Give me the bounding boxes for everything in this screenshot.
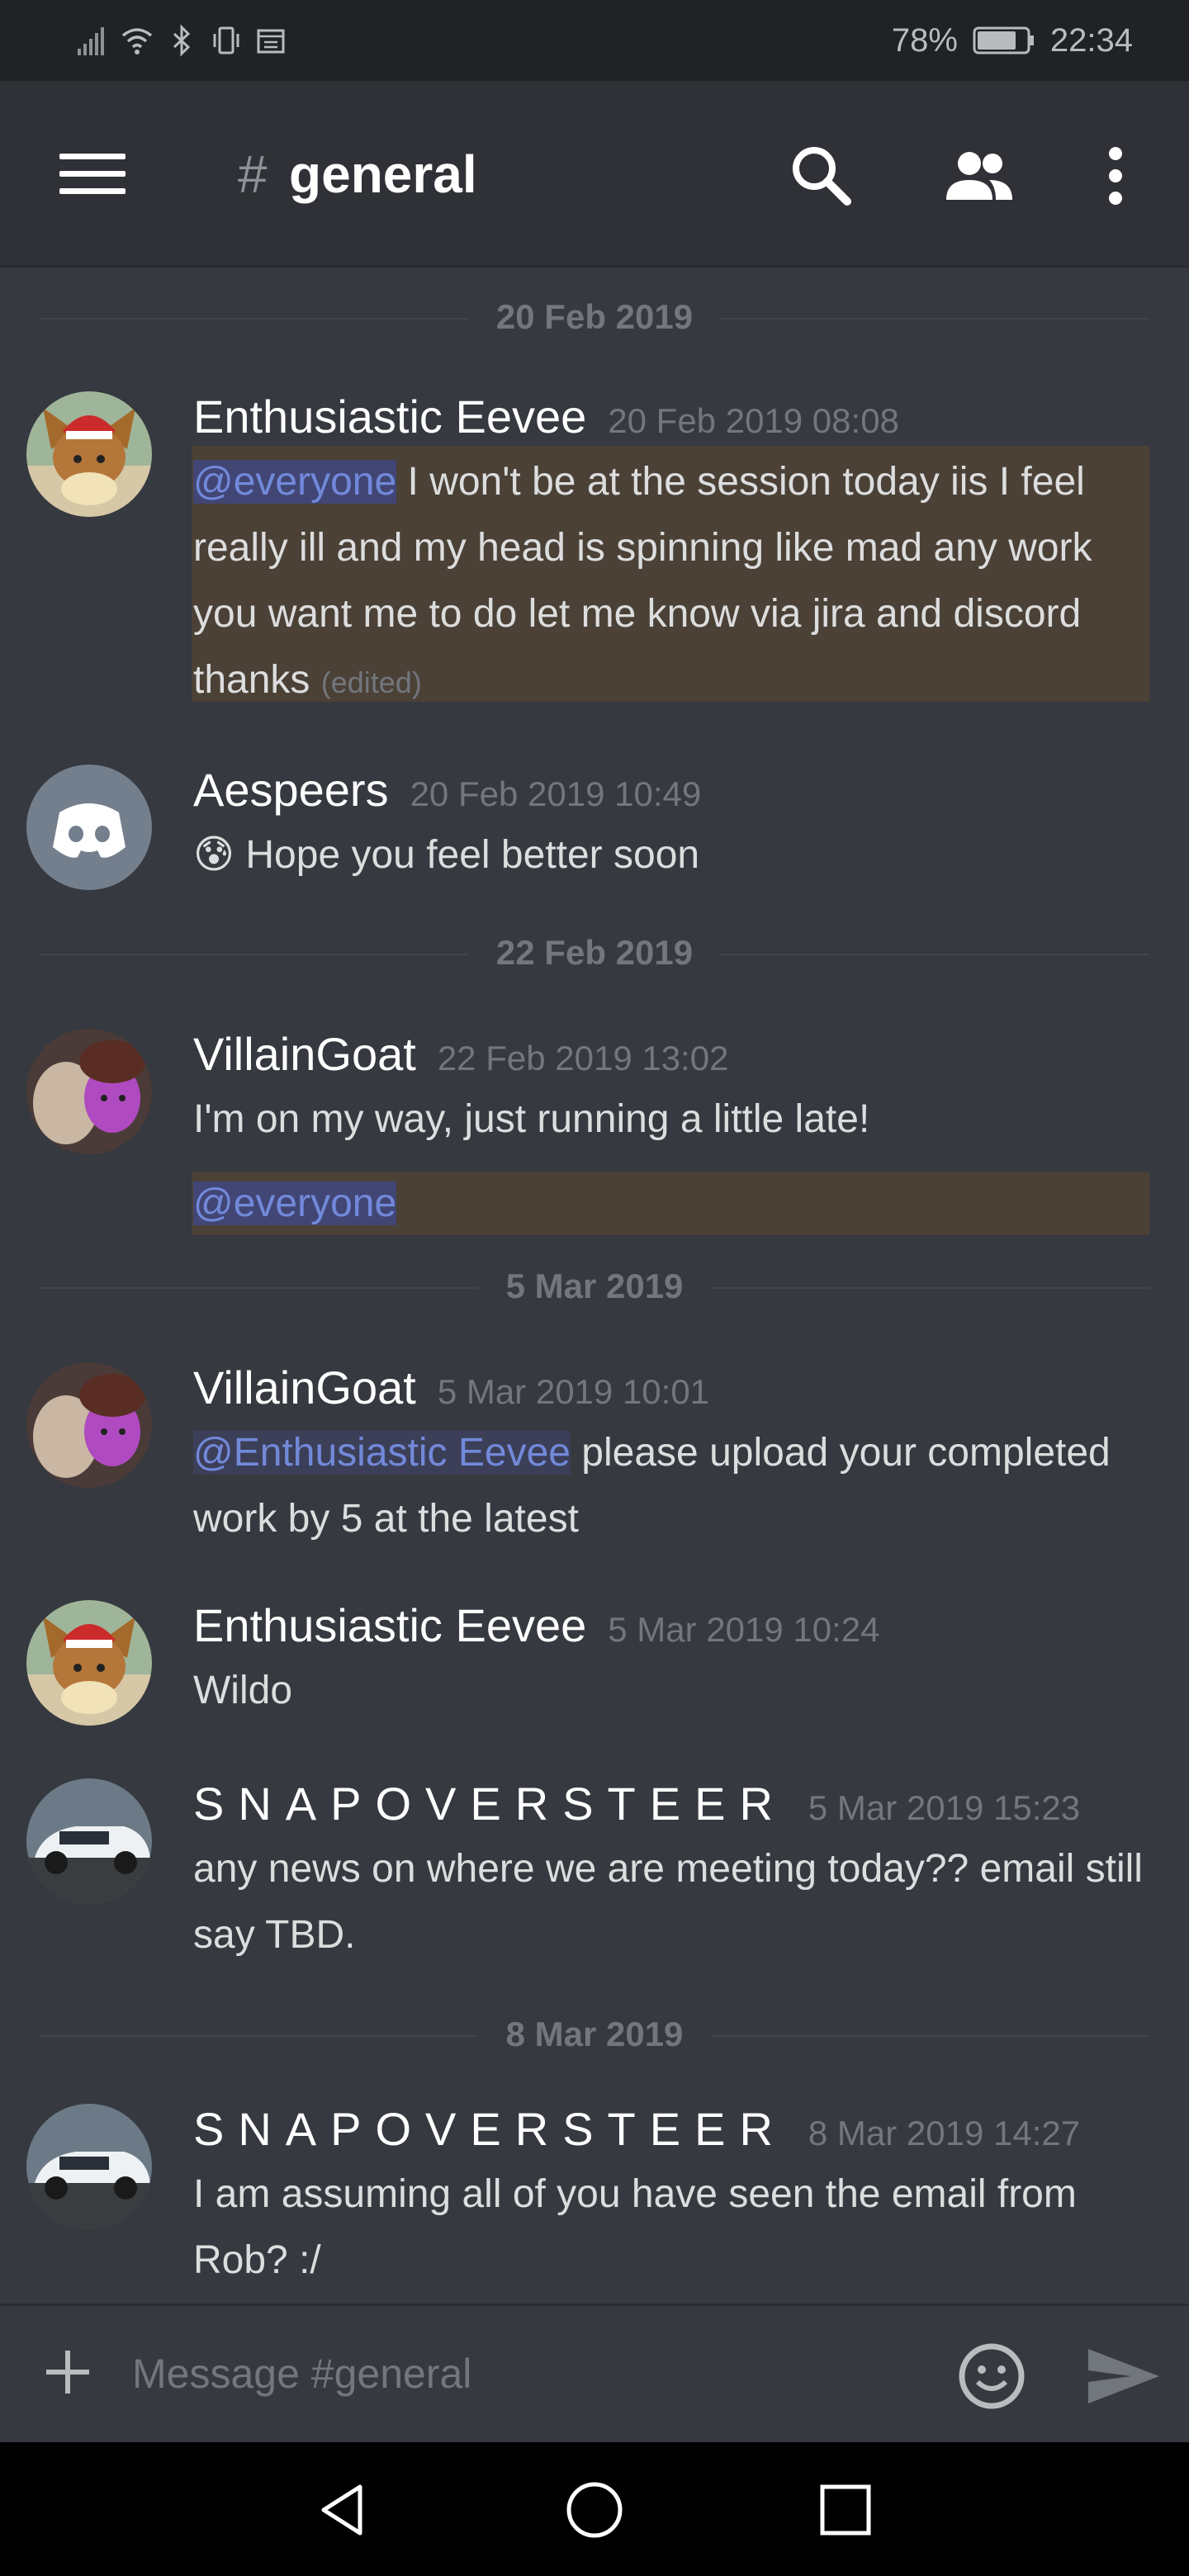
wifi-icon	[121, 28, 153, 54]
recents-icon[interactable]	[816, 2480, 875, 2540]
message-timestamp: 5 Mar 2019 10:01	[437, 1372, 710, 1411]
battery-percent: 78%	[891, 21, 958, 59]
clock: 22:34	[1049, 21, 1133, 59]
signal-icon	[78, 27, 104, 55]
calendar-icon	[257, 29, 285, 54]
message-text: Hope you feel better soon	[234, 833, 700, 877]
author-name[interactable]: Enthusiastic Eevee	[193, 391, 586, 443]
message-input[interactable]: Message #general	[132, 2344, 925, 2403]
plus-icon[interactable]	[41, 2346, 94, 2398]
date-separator-label: 5 Mar 2019	[477, 1267, 712, 1306]
status-icons	[76, 24, 287, 57]
message-content: @Enthusiastic Eevee please upload your c…	[193, 1420, 1148, 1552]
send-icon[interactable]	[1087, 2346, 1161, 2407]
author-name[interactable]: SNAPOVERSTEER	[193, 2103, 787, 2155]
date-separator-label: 20 Feb 2019	[467, 297, 722, 337]
date-separator: 22 Feb 2019	[40, 933, 1149, 974]
date-separator-label: 22 Feb 2019	[467, 933, 722, 973]
message-list[interactable]: 20 Feb 2019 Enthusiastic Eevee 20 Feb 201…	[0, 268, 1189, 2304]
date-separator: 5 Mar 2019	[40, 1267, 1149, 1308]
avatar[interactable]	[26, 1778, 152, 1904]
emoji-icon[interactable]	[956, 2341, 1027, 2412]
message-author[interactable]: SNAPOVERSTEER 8 Mar 2019 14:27	[193, 2102, 1080, 2156]
message-timestamp: 22 Feb 2019 13:02	[437, 1039, 729, 1077]
message-content-continued: @everyone	[193, 1171, 1148, 1237]
message-author[interactable]: Aespeers 20 Feb 2019 10:49	[193, 763, 701, 817]
mention-user[interactable]: @Enthusiastic Eevee	[193, 1431, 571, 1475]
message-content: Wildo	[193, 1658, 1148, 1724]
home-icon[interactable]	[565, 2480, 624, 2540]
message-author[interactable]: SNAPOVERSTEER 5 Mar 2019 15:23	[193, 1777, 1080, 1830]
message-timestamp: 20 Feb 2019 10:49	[410, 774, 702, 813]
date-separator: 20 Feb 2019	[40, 297, 1149, 339]
message-timestamp: 8 Mar 2019 14:27	[808, 2114, 1081, 2152]
message-timestamp: 5 Mar 2019 15:23	[808, 1788, 1081, 1827]
system-nav-bar	[0, 2442, 1189, 2576]
avatar[interactable]	[26, 765, 152, 890]
mention-everyone[interactable]: @everyone	[193, 1181, 397, 1225]
members-icon[interactable]	[941, 139, 1016, 213]
message-content: @everyone I won't be at the session toda…	[193, 449, 1148, 716]
author-name[interactable]: Aespeers	[193, 764, 389, 816]
status-right: 78% 22:34	[892, 22, 1133, 59]
message-text: any news on where we are meeting today??…	[193, 1847, 1143, 1957]
message-text: I'm on my way, just running a little lat…	[193, 1097, 870, 1141]
message-text: Wildo	[193, 1669, 293, 1712]
bluetooth-icon	[173, 24, 191, 57]
mention-everyone[interactable]: @everyone	[193, 460, 397, 504]
vibrate-icon	[213, 26, 239, 54]
message-timestamp: 20 Feb 2019 08:08	[608, 401, 899, 440]
message-text: I am assuming all of you have seen the e…	[193, 2172, 1077, 2282]
message-content: I'm on my way, just running a little lat…	[193, 1087, 1148, 1153]
date-separator-label: 8 Mar 2019	[477, 2015, 712, 2054]
channel-hash: #	[238, 144, 268, 204]
message-author[interactable]: VillainGoat 5 Mar 2019 10:01	[193, 1361, 709, 1414]
author-name[interactable]: SNAPOVERSTEER	[193, 1778, 787, 1830]
message-content: I am assuming all of you have seen the e…	[193, 2162, 1148, 2294]
discord-logo-icon	[53, 803, 126, 858]
author-name[interactable]: VillainGoat	[193, 1028, 416, 1080]
channel-header: # general	[0, 81, 1189, 268]
anxious-face-emoji: 😰	[193, 833, 235, 877]
avatar[interactable]	[26, 1362, 152, 1488]
search-icon[interactable]	[784, 139, 859, 213]
message-author[interactable]: Enthusiastic Eevee 20 Feb 2019 08:08	[193, 390, 899, 443]
message-composer: Message #general	[0, 2304, 1189, 2445]
battery-icon	[973, 26, 1034, 54]
edited-label: (edited)	[320, 665, 422, 699]
back-icon[interactable]	[314, 2480, 373, 2540]
message-input-placeholder: Message #general	[132, 2351, 472, 2397]
author-name[interactable]: Enthusiastic Eevee	[193, 1599, 586, 1651]
avatar[interactable]	[26, 1600, 152, 1726]
avatar[interactable]	[26, 1029, 152, 1154]
message-author[interactable]: VillainGoat 22 Feb 2019 13:02	[193, 1027, 728, 1081]
more-icon[interactable]	[1078, 139, 1153, 213]
avatar[interactable]	[26, 2104, 152, 2229]
channel-name: general	[289, 144, 477, 204]
author-name[interactable]: VillainGoat	[193, 1361, 416, 1413]
avatar[interactable]	[26, 391, 152, 517]
date-separator: 8 Mar 2019	[40, 2015, 1149, 2056]
message-author[interactable]: Enthusiastic Eevee 5 Mar 2019 10:24	[193, 1598, 880, 1652]
menu-icon[interactable]	[59, 154, 126, 195]
message-content: 😰 Hope you feel better soon	[193, 822, 1148, 888]
message-timestamp: 5 Mar 2019 10:24	[608, 1610, 880, 1649]
message-content: any news on where we are meeting today??…	[193, 1836, 1148, 1968]
status-bar: 78% 22:34	[0, 0, 1189, 81]
